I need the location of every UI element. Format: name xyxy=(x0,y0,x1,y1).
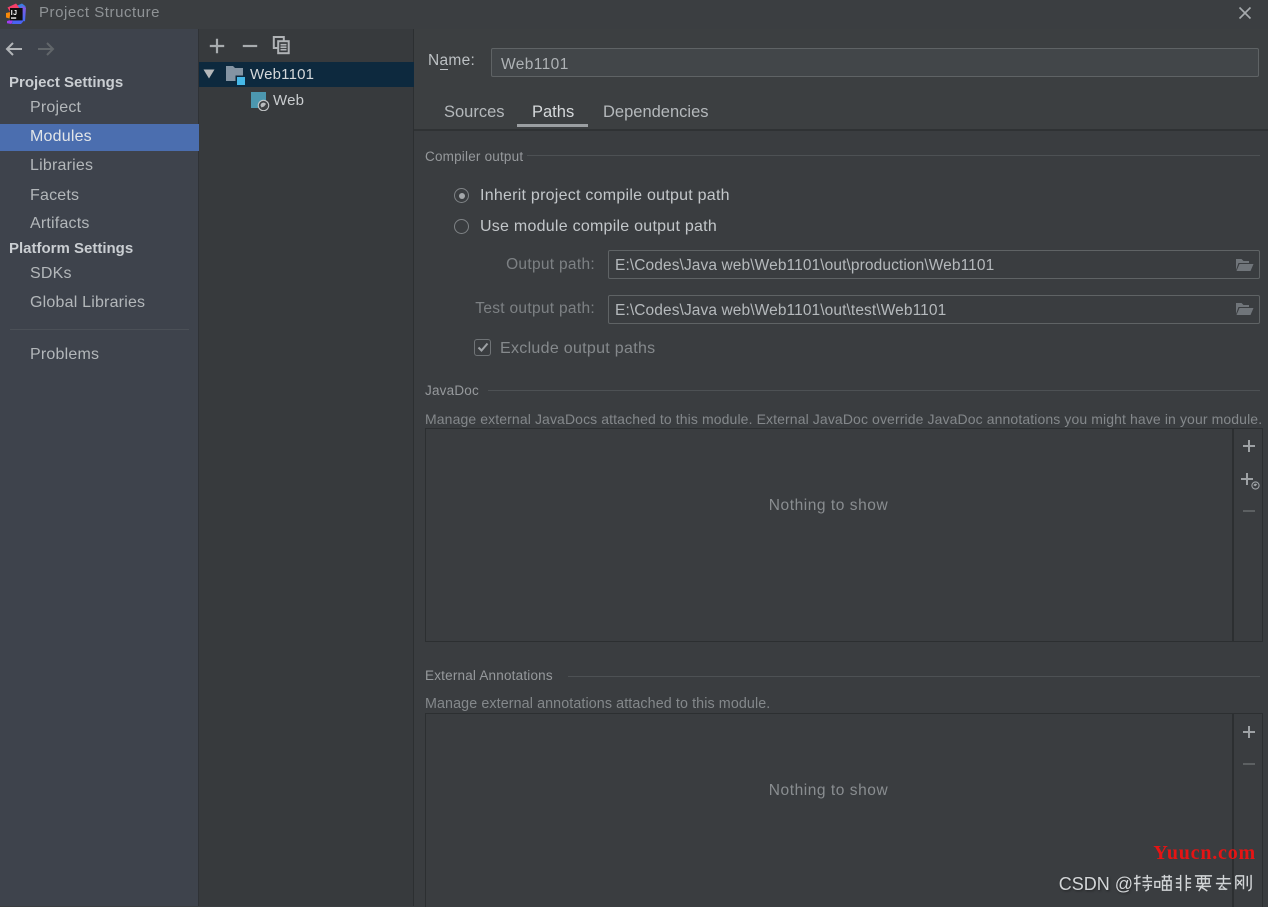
svg-text:IJ: IJ xyxy=(11,10,18,17)
